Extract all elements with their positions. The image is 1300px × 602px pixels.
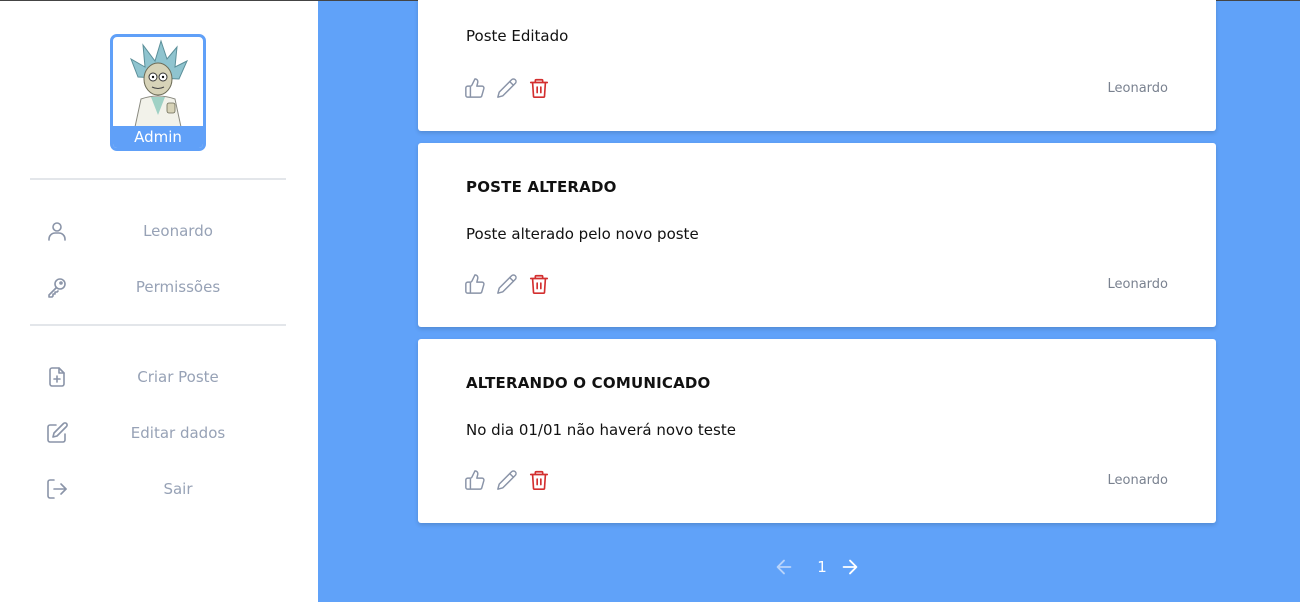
pencil-icon[interactable] xyxy=(496,273,518,295)
user-icon xyxy=(48,222,66,241)
trash-icon[interactable] xyxy=(528,469,550,491)
sidebar-item-permissions[interactable]: Permissões xyxy=(30,267,286,307)
post-title: ALTERANDO O COMUNICADO xyxy=(466,374,711,392)
avatar-label: Admin xyxy=(113,126,203,148)
sidebar-item-label: Editar dados xyxy=(130,424,226,442)
post-card: POSTE ALTERADO Poste alterado pelo novo … xyxy=(418,143,1216,327)
logout-icon xyxy=(47,479,67,499)
sidebar-item-label: Permissões xyxy=(135,278,221,296)
sidebar-divider xyxy=(30,324,286,326)
post-body: Poste Editado xyxy=(466,27,569,45)
file-plus-icon xyxy=(49,367,65,387)
page-number[interactable]: 1 xyxy=(813,554,831,580)
sidebar-item-label: Criar Poste xyxy=(137,368,219,386)
trash-icon[interactable] xyxy=(528,273,550,295)
thumbs-up-icon[interactable] xyxy=(464,273,486,295)
pencil-icon[interactable] xyxy=(496,469,518,491)
pencil-icon[interactable] xyxy=(496,77,518,99)
pagination: 1 xyxy=(773,554,863,580)
sidebar-item-profile[interactable]: Leonardo xyxy=(30,211,286,251)
post-actions xyxy=(464,469,564,493)
post-author: Leonardo xyxy=(1107,81,1169,96)
post-body: Poste alterado pelo novo poste xyxy=(466,225,699,243)
sidebar-item-create-post[interactable]: Criar Poste xyxy=(30,357,286,397)
post-card: Poste Editado Leonardo xyxy=(418,0,1216,131)
edit-icon xyxy=(47,422,68,443)
post-author: Leonardo xyxy=(1107,473,1169,488)
thumbs-up-icon[interactable] xyxy=(464,77,486,99)
post-body: No dia 01/01 não haverá novo teste xyxy=(466,421,736,439)
sidebar-divider xyxy=(30,178,286,180)
trash-icon[interactable] xyxy=(528,77,550,99)
arrow-left-icon[interactable] xyxy=(773,556,795,578)
sidebar-item-edit-data[interactable]: Editar dados xyxy=(30,413,286,453)
sidebar-item-label: Leonardo xyxy=(143,222,213,240)
sidebar: Admin Leonardo Permissões Criar Poste Ed… xyxy=(0,1,318,602)
key-icon xyxy=(48,278,66,298)
post-feed: Poste Editado Leonardo POSTE ALTERADO Po… xyxy=(318,0,1300,602)
thumbs-up-icon[interactable] xyxy=(464,469,486,491)
post-card: ALTERANDO O COMUNICADO No dia 01/01 não … xyxy=(418,339,1216,523)
sidebar-item-logout[interactable]: Sair xyxy=(30,469,286,509)
arrow-right-icon[interactable] xyxy=(839,556,861,578)
sidebar-item-label: Sair xyxy=(163,480,193,498)
post-actions xyxy=(464,273,564,297)
avatar[interactable]: Admin xyxy=(110,34,206,151)
post-actions xyxy=(464,77,564,101)
avatar-image xyxy=(130,39,189,127)
post-title: POSTE ALTERADO xyxy=(466,178,617,196)
post-author: Leonardo xyxy=(1107,277,1169,292)
